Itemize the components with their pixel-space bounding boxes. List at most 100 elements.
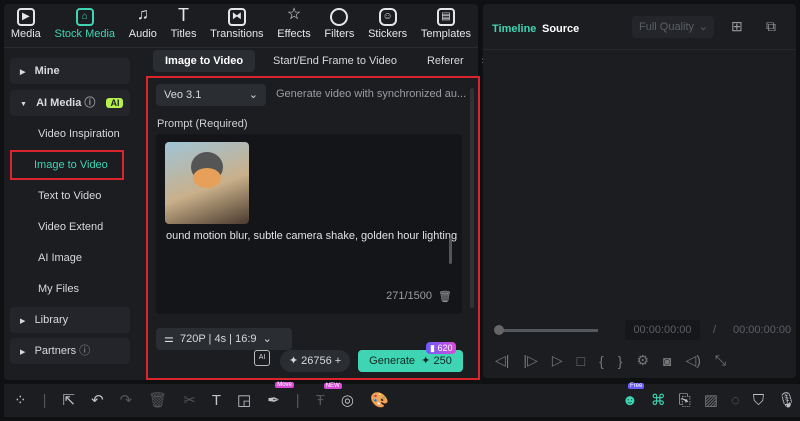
templates-icon: ▤ [436,8,455,26]
sidebar-item-text-to-video[interactable]: Text to Video [10,183,130,209]
redo-icon[interactable]: ↷ [120,391,133,409]
fullscreen-icon[interactable]: ⤡ [715,352,726,369]
preview-panel: Timeline Source Full Quality ⌄ ⊞ ⧉ 00:00… [483,4,796,378]
total-time: 00:00:00:00 [733,324,792,336]
shape-icon[interactable]: ◲ [237,391,251,409]
layout-grid-icon[interactable]: ⊞ [731,18,743,35]
reference-image-thumbnail[interactable] [165,142,249,224]
shield-icon[interactable]: ⛉ [753,392,764,409]
export-clip-icon[interactable]: ⎘ [679,392,691,409]
prompt-scrollbar[interactable] [449,238,452,264]
caret-down-icon: ▼ [20,101,27,108]
speed-icon[interactable]: ◌ [731,392,740,409]
prompt-input[interactable]: ound motion blur, subtle camera shake, g… [156,134,462,314]
layout-icon[interactable]: ⁘ [14,391,27,409]
delete-icon[interactable]: 🗑 [438,290,452,303]
sidebar-item-video-inspiration[interactable]: Video Inspiration [10,121,130,147]
plus-icon: + [334,355,342,367]
nav-templates[interactable]: ▤ Templates [421,4,471,47]
nav-stock-media[interactable]: ⌂ Stock Media [55,4,115,47]
model-description: Generate video with synchronized au... [276,88,467,100]
settings-sliders-icon: ⚌ [164,333,174,345]
sidebar-partners[interactable]: ▶ Partners ⓘ [10,338,130,364]
ai-palette-icon[interactable]: 🎨 [370,391,389,409]
image-to-video-form: Veo 3.1 ⌄ Generate video with synchronize… [146,76,480,380]
chevron-down-icon: ⌄ [248,89,258,101]
free-uses-badge: ▮ 620 [426,342,457,354]
delete-icon[interactable]: 🗑 [148,391,167,409]
new-badge: NEW [323,382,342,389]
quality-select[interactable]: Full Quality ⌄ [632,16,714,38]
caret-right-icon: ▶ [20,349,26,356]
next-frame-icon[interactable]: |▷ [523,352,537,369]
mark-out-icon[interactable]: } [618,353,623,369]
sidebar-item-video-extend[interactable]: Video Extend [10,214,130,240]
free-badge: Free [628,382,645,389]
help-icon: ⓘ [79,345,91,357]
pen-icon[interactable]: ✒ Move [267,382,294,409]
playhead-handle[interactable] [494,325,504,335]
snapshot-icon[interactable]: ◙ [663,353,671,369]
image-icon[interactable]: ▨ [704,391,718,409]
stock-media-icon: ⌂ [75,8,94,26]
undo-icon[interactable]: ↶ [91,391,104,409]
sidebar-item-ai-image[interactable]: AI Image [10,245,130,271]
sidebar-ai-media[interactable]: ▼ AI Media ⓘ AI [10,90,130,116]
sidebar-library[interactable]: ▶ Library [10,307,130,333]
ai-audio-icon[interactable]: ◎ [341,391,354,409]
text-effect-icon[interactable]: Ŧ NEW [316,382,342,409]
split-icon[interactable]: ⌘ [651,391,666,409]
play-icon[interactable]: ▷ [552,352,563,369]
move-badge: Move [275,382,294,388]
divider: | [42,391,47,409]
credits-button[interactable]: ✦ 26756 + [280,350,350,372]
transitions-icon: ⧓ [227,8,246,26]
nav-effects[interactable]: ☆ Effects [277,4,310,47]
nav-media[interactable]: ▶ Media [11,4,41,47]
playback-slider[interactable] [498,329,598,332]
sparkle-icon: ✦ [288,355,299,367]
playback-controls: ◁| |▷ ▷ □ {} ⚙ ◙ ◁) ⤡ [495,352,726,369]
tab-start-end-frame[interactable]: Start/End Frame to Video [261,50,409,72]
time-separator: / [713,324,717,336]
current-time[interactable]: 00:00:00:00 [625,320,700,340]
ai-copilot-icon[interactable]: ☻ Free [622,382,645,409]
nav-transitions[interactable]: ⧓ Transitions [210,4,264,47]
sidebar-item-image-to-video[interactable]: Image to Video [10,150,124,180]
microphone-icon[interactable]: 🎙 [777,391,796,409]
nav-stickers[interactable]: ☺ Stickers [368,4,407,47]
ai-badge: AI [106,98,124,108]
model-select[interactable]: Veo 3.1 ⌄ [156,84,266,106]
tab-source[interactable]: Source [542,23,579,35]
nav-titles[interactable]: T Titles [171,4,197,47]
stickers-icon: ☺ [378,8,397,26]
text-icon[interactable]: T [212,392,221,409]
titles-icon: T [178,5,190,25]
sidebar-item-my-files[interactable]: My Files [10,276,130,302]
caret-right-icon: ▶ [20,318,26,325]
stop-icon[interactable]: □ [577,353,585,369]
char-count: 271/1500 [386,290,432,302]
tab-reference[interactable]: Referer [415,50,476,72]
video-settings-select[interactable]: ⚌ 720P | 4s | 16:9 ⌄ [156,328,292,350]
settings-icon[interactable]: ⚙ [636,352,649,369]
sidebar-mine[interactable]: ▶ Mine [10,58,130,84]
nav-filters[interactable]: Filters [324,4,354,47]
prev-frame-icon[interactable]: ◁| [495,352,509,369]
tab-timeline[interactable]: Timeline [492,23,536,35]
tab-image-to-video[interactable]: Image to Video [153,50,256,72]
mark-in-icon[interactable]: { [599,353,604,369]
sidebar: ▶ Mine ▼ AI Media ⓘ AI Video Inspiration… [10,58,130,364]
generation-tabs: Image to Video Start/End Frame to Video … [153,50,488,72]
cut-icon[interactable]: ✂ [183,391,196,409]
media-icon: ▶ [16,8,35,26]
ai-enhance-icon[interactable]: AI [254,350,270,366]
select-cursor-icon[interactable]: ⇱ [62,391,75,409]
scrollbar[interactable] [470,88,474,308]
nav-audio[interactable]: ♫ Audio [129,4,157,47]
volume-icon[interactable]: ◁) [685,352,700,369]
right-tools: ☻ Free ⌘ ⎘ ▨ ◌ ⛉ 🎙 [622,382,796,409]
prompt-label: Prompt (Required) [157,118,248,130]
scopes-icon[interactable]: ⧉ [766,18,776,35]
bottom-toolbar: ⁘ | ⇱ ↶ ↷ 🗑 ✂ T ◲ ✒ Move | Ŧ NEW ◎ 🎨 ☻ Free ⌘ ⎘ ▨ ◌ ⛉ 🎙 [4,382,800,417]
